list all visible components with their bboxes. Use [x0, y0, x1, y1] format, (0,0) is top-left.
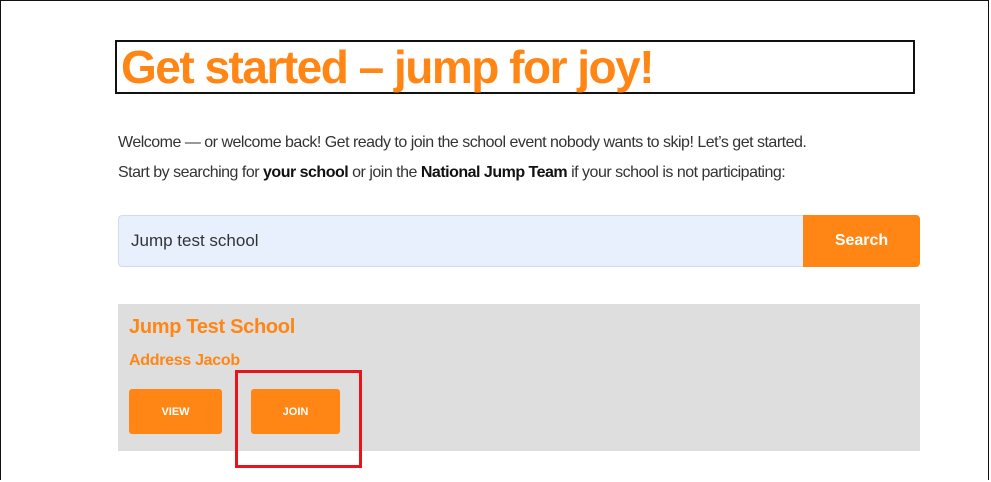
intro-line-2-suffix: if your school is not participating:: [567, 164, 786, 181]
intro-your-school: your school: [263, 164, 349, 181]
intro-text: Welcome — or welcome back! Get ready to …: [118, 128, 908, 188]
school-search: Search: [118, 215, 920, 267]
school-search-input[interactable]: [118, 215, 804, 267]
intro-line-2-prefix: Start by searching for: [118, 164, 264, 181]
search-button[interactable]: Search: [803, 215, 920, 267]
school-address: Address Jacob: [129, 352, 240, 369]
intro-line-1: Welcome — or welcome back! Get ready to …: [118, 134, 807, 151]
view-button[interactable]: VIEW: [129, 389, 222, 434]
join-button[interactable]: JOIN: [251, 389, 340, 434]
page-title-box: Get started – jump for joy!: [115, 40, 915, 94]
page-frame: Get started – jump for joy! Welcome — or…: [0, 0, 989, 480]
school-result-card: Jump Test School Address Jacob VIEW JOIN: [118, 304, 920, 451]
page-title: Get started – jump for joy!: [121, 41, 655, 93]
intro-line-2-middle: or join the: [348, 164, 421, 181]
intro-national-jump-team: National Jump Team: [420, 164, 568, 181]
school-name: Jump Test School: [129, 316, 295, 338]
